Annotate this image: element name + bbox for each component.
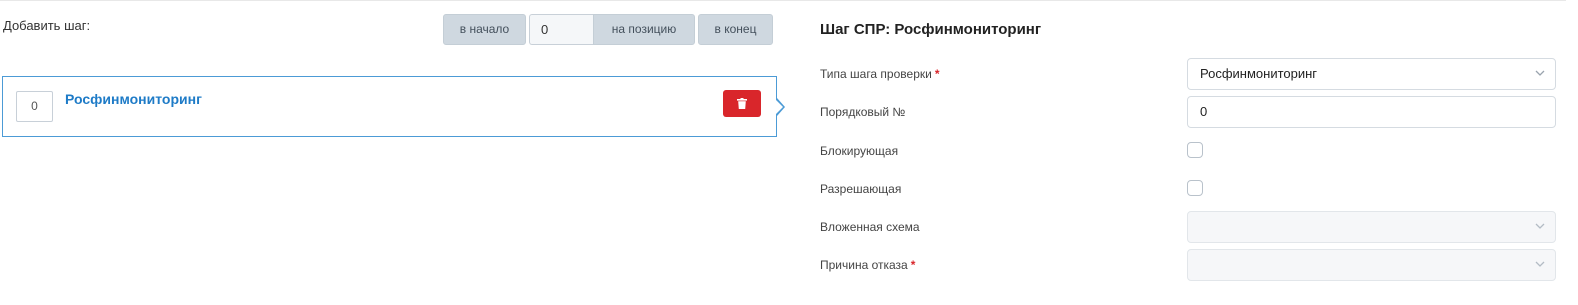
required-marker: * <box>934 67 940 81</box>
step-type-select[interactable]: Росфинмониторинг <box>1187 58 1556 90</box>
chevron-down-icon <box>1535 223 1545 229</box>
blocking-label: Блокирующая <box>820 144 899 158</box>
position-input[interactable] <box>529 14 595 45</box>
top-divider <box>0 0 1566 1</box>
reject-reason-label: Причина отказа * <box>820 258 915 272</box>
chevron-down-icon <box>1535 261 1545 267</box>
order-input[interactable]: 0 <box>1187 96 1556 128</box>
step-order-number: 0 <box>16 91 53 122</box>
add-at-position-group: на позицию <box>529 14 695 45</box>
step-selected-pointer-fill <box>776 100 783 114</box>
add-to-end-button[interactable]: в конец <box>698 14 773 45</box>
required-marker: * <box>910 258 916 272</box>
order-value: 0 <box>1200 104 1208 119</box>
form-title: Шаг СПР: Росфинмониторинг <box>820 21 1042 38</box>
chevron-down-icon <box>1535 70 1545 76</box>
nested-scheme-select[interactable] <box>1187 211 1556 243</box>
order-label: Порядковый № <box>820 105 906 119</box>
allowing-checkbox[interactable] <box>1187 180 1203 196</box>
nested-scheme-label: Вложенная схема <box>820 220 920 234</box>
step-type-value: Росфинмониторинг <box>1200 66 1318 81</box>
step-title-link[interactable]: Росфинмониторинг <box>65 91 202 107</box>
add-to-start-button[interactable]: в начало <box>443 14 526 45</box>
step-type-label-text: Типа шага проверки <box>820 67 932 81</box>
trash-icon <box>737 98 747 109</box>
add-at-position-button[interactable]: на позицию <box>593 14 695 45</box>
blocking-checkbox[interactable] <box>1187 142 1203 158</box>
delete-step-button[interactable] <box>723 90 761 117</box>
step-type-label: Типа шага проверки * <box>820 67 940 81</box>
reject-reason-label-text: Причина отказа <box>820 258 908 272</box>
reject-reason-select[interactable] <box>1187 249 1556 281</box>
step-card[interactable]: 0 Росфинмониторинг <box>2 76 777 137</box>
allowing-label: Разрешающая <box>820 182 902 196</box>
add-step-label: Добавить шаг: <box>3 18 91 33</box>
